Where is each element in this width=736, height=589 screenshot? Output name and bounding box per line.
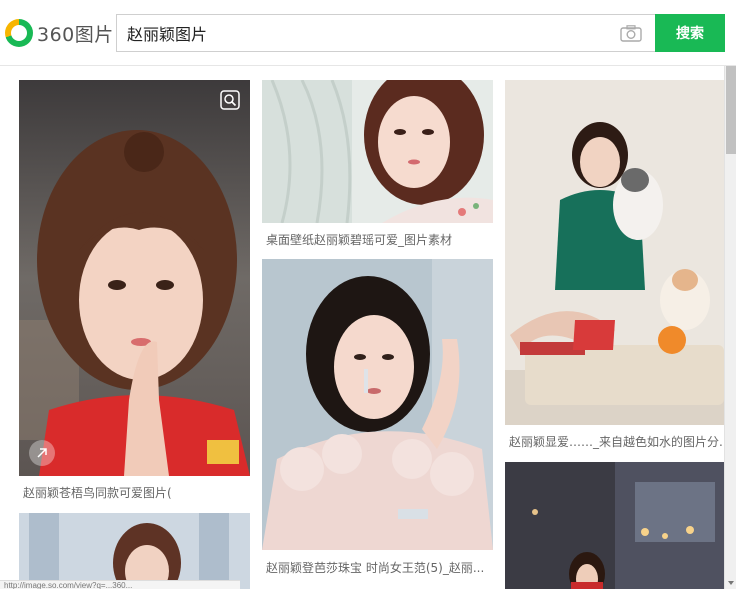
- logo[interactable]: 360图片: [5, 18, 114, 48]
- logo-text: 360图片: [37, 23, 114, 46]
- status-bar: http://image.so.com/view?q=...360...: [0, 580, 240, 589]
- image-card[interactable]: [262, 80, 493, 223]
- image-card[interactable]: [262, 259, 493, 550]
- search-input[interactable]: [127, 15, 607, 51]
- result-image: [19, 80, 250, 476]
- result-image: [262, 80, 493, 223]
- image-card[interactable]: [19, 80, 250, 476]
- result-image: [19, 513, 250, 589]
- zoom-icon[interactable]: [220, 90, 240, 110]
- scrollbar[interactable]: [724, 66, 736, 589]
- image-caption[interactable]: 赵丽颖苍梧鸟同款可爱图片(: [23, 484, 248, 501]
- scroll-thumb[interactable]: [726, 66, 736, 154]
- result-image: [262, 259, 493, 550]
- result-image: [505, 462, 724, 589]
- camera-icon[interactable]: [620, 25, 642, 42]
- image-caption[interactable]: 赵丽颖显爱……_来自越色如水的图片分...: [509, 433, 722, 450]
- scroll-down-arrow-icon[interactable]: [725, 577, 736, 589]
- image-card[interactable]: [19, 513, 250, 589]
- result-image: [505, 80, 724, 425]
- search-box[interactable]: [116, 14, 656, 52]
- image-caption[interactable]: 桌面壁纸赵丽颖碧瑶可爱_图片素材: [266, 231, 491, 248]
- search-button[interactable]: 搜索: [655, 14, 725, 52]
- image-card[interactable]: [505, 80, 724, 425]
- image-caption[interactable]: 赵丽颖登芭莎珠宝 时尚女王范(5)_赵丽...: [266, 559, 491, 576]
- link-icon[interactable]: [29, 440, 55, 466]
- header: 360图片 搜索: [0, 0, 736, 66]
- logo-icon: [5, 19, 33, 47]
- image-card[interactable]: [505, 462, 724, 589]
